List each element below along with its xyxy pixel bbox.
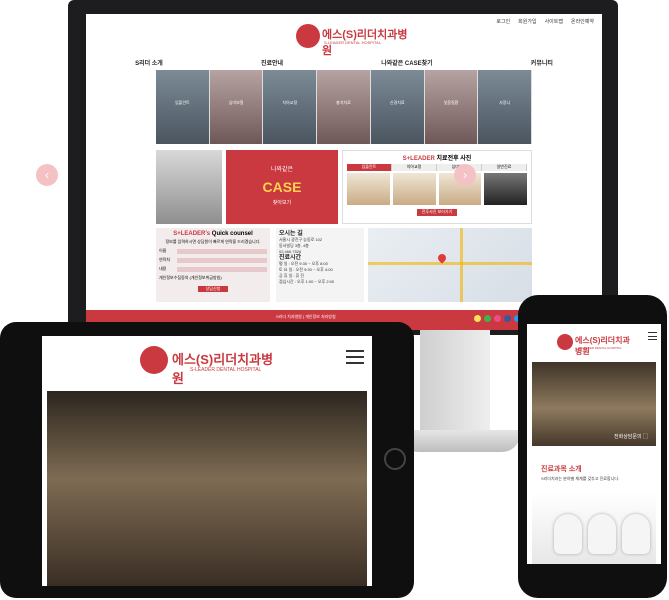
desktop-screen: 로그인 회원가입 사이트맵 온라인예약 에스(S)리더치과병원 S-LEADER… <box>86 14 602 330</box>
hours-line: 점심시간 : 오후 1:00 ~ 오후 2:00 <box>279 279 335 284</box>
case-finder-card[interactable]: 나와같은 CASE 찾아보기 <box>226 150 338 224</box>
site-logo[interactable]: 에스(S)리더치과병원 S-LEADER DENTAL HOSPITAL <box>296 24 416 57</box>
facebook-icon[interactable] <box>504 315 511 322</box>
sitemap-link[interactable]: 사이트맵 <box>545 18 563 25</box>
before-after-thumbs <box>347 173 527 205</box>
menu-item-community[interactable]: 커뮤니티 <box>531 58 553 67</box>
monitor-base <box>400 430 520 452</box>
treatment-tiles: 임플란트 심미보철 치아교정 충치치료 신경치료 잇몸질환 사랑니 <box>156 70 533 144</box>
monitor-stand <box>420 330 490 440</box>
tablet-logo[interactable]: 에스(S)리더치과병원 S-LEADER DENTAL HOSPITAL <box>140 346 280 386</box>
tile-nerve[interactable]: 신경치료 <box>370 70 425 144</box>
before-after-title: S+LEADER 치료전후 사진 <box>402 156 472 162</box>
tablet-home-button <box>384 448 406 470</box>
photo-caption[interactable]: 전화상담문의 ▢ <box>614 433 648 440</box>
menu-item-case[interactable]: 나와같은 CASE찾기 <box>381 58 432 67</box>
doctor-photo <box>156 150 222 224</box>
quick-counsel-form: S+LEADER's Quick counsel 정보를 입력하시면 상담원이 … <box>156 228 270 302</box>
tile-label: 치아교정 <box>282 100 298 105</box>
quick-counsel-desc: 정보를 입력하시면 상담원이 빠르게 연락을 드리겠습니다. <box>165 239 261 244</box>
submit-button[interactable]: 상담신청 <box>198 286 228 292</box>
logo-text-en: S-LEADER DENTAL HOSPITAL <box>190 367 262 373</box>
tooth-icon <box>554 514 582 554</box>
phone-label: 연락처 <box>159 257 171 262</box>
kakao-icon[interactable] <box>474 315 481 322</box>
tab-general[interactable]: 일반진료 <box>482 164 527 171</box>
signup-link[interactable]: 회원가입 <box>518 18 536 25</box>
naver-icon[interactable] <box>484 315 491 322</box>
tile-label: 심미보철 <box>228 100 244 105</box>
before-after-tabs: 임플란트 치아교정 심미보철 일반진료 <box>347 164 527 171</box>
section-title: 진료과목 소개 <box>541 466 582 473</box>
phone-logo[interactable]: 에스(S)리더치과병원 S-LEADER DENTAL HOSPITAL <box>557 334 637 356</box>
slider-next-button[interactable]: › <box>454 164 476 186</box>
tile-esthetic[interactable]: 심미보철 <box>209 70 264 144</box>
phone-input[interactable] <box>177 257 267 263</box>
main-menu: S리더 소개 진료안내 나와같은 CASE찾기 커뮤니티 <box>86 58 602 67</box>
before-after-card: S+LEADER 치료전후 사진 임플란트 치아교정 심미보철 일반진료 전후사… <box>342 150 532 224</box>
tile-label: 신경치료 <box>389 100 405 105</box>
logo-emblem-icon <box>296 24 320 48</box>
tile-label: 충치치료 <box>336 100 351 105</box>
tile-cavity[interactable]: 충치치료 <box>317 70 371 144</box>
tile-label: 사랑니 <box>499 100 511 105</box>
location-map[interactable] <box>368 228 532 302</box>
logo-emblem-icon <box>557 334 573 350</box>
tile-label: 잇몸질환 <box>443 100 459 105</box>
quick-counsel-title: S+LEADER's Quick counsel <box>173 231 253 237</box>
tile-label: 임플란트 <box>174 100 190 105</box>
case-line3: 찾아보기 <box>272 200 292 206</box>
tooth-icon <box>588 514 616 554</box>
thumb-image[interactable] <box>484 173 527 205</box>
login-link[interactable]: 로그인 <box>496 18 510 25</box>
tile-wisdom[interactable]: 사랑니 <box>478 70 533 144</box>
content-label: 내용 <box>159 266 167 271</box>
teeth-illustration <box>532 492 656 564</box>
logo-emblem-icon <box>140 346 168 374</box>
logo-text-en: S-LEADER DENTAL HOSPITAL <box>324 40 382 45</box>
tile-implant[interactable]: 임플란트 <box>156 70 210 144</box>
hamburger-menu-icon[interactable] <box>346 350 364 364</box>
thumb-image[interactable] <box>347 173 390 205</box>
menu-item-treatment[interactable]: 진료안내 <box>261 58 283 67</box>
tile-ortho[interactable]: 치아교정 <box>263 70 318 144</box>
logo-text-en: S-LEADER DENTAL HOSPITAL <box>579 346 622 350</box>
tile-gum[interactable]: 잇몸질환 <box>424 70 479 144</box>
footer-text: S리더 치과병원 | 개인정보 처리방침 <box>276 314 336 319</box>
tablet-screen: 에스(S)리더치과병원 S-LEADER DENTAL HOSPITAL <box>42 336 372 586</box>
map-road <box>368 262 532 265</box>
sns-links <box>474 315 521 322</box>
top-utility-nav: 로그인 회원가입 사이트맵 온라인예약 <box>496 18 594 25</box>
content-input[interactable] <box>177 266 267 272</box>
case-line2: CASE <box>262 179 302 195</box>
menu-item-about[interactable]: S리더 소개 <box>135 58 163 67</box>
clinic-lobby-photo: 전화상담문의 ▢ <box>532 362 656 446</box>
reservation-link[interactable]: 온라인예약 <box>571 18 594 25</box>
phone-screen: 에스(S)리더치과병원 S-LEADER DENTAL HOSPITAL 전화상… <box>527 324 661 564</box>
device-mockup-stage: 로그인 회원가입 사이트맵 온라인예약 에스(S)리더치과병원 S-LEADER… <box>0 0 669 600</box>
tab-ortho[interactable]: 치아교정 <box>392 164 437 171</box>
tooth-icon <box>622 514 650 554</box>
location-info: 오시는 길 서울시 광진구 능동로 102 동서빌딩 3층, 4층 02.466… <box>276 228 364 302</box>
name-input[interactable] <box>177 248 267 254</box>
hamburger-menu-icon[interactable] <box>648 332 657 340</box>
instagram-icon[interactable] <box>494 315 501 322</box>
tab-implant[interactable]: 임플란트 <box>347 164 392 171</box>
map-road <box>460 228 463 302</box>
slider-prev-button[interactable]: ‹ <box>36 164 58 186</box>
agree-checkbox-label[interactable]: 개인정보수집동의 (개인정보취급방침) <box>159 275 267 281</box>
before-after-button[interactable]: 전후사진 보러가기 <box>417 209 457 216</box>
section-desc: S리더치과는 분야별 체계를 갖추고 진료합니다. <box>541 476 620 481</box>
thumb-image[interactable] <box>392 173 436 205</box>
clinic-interior-photo <box>47 391 367 586</box>
case-line1: 나와같은 <box>270 167 294 173</box>
name-label: 이름 <box>159 248 167 253</box>
